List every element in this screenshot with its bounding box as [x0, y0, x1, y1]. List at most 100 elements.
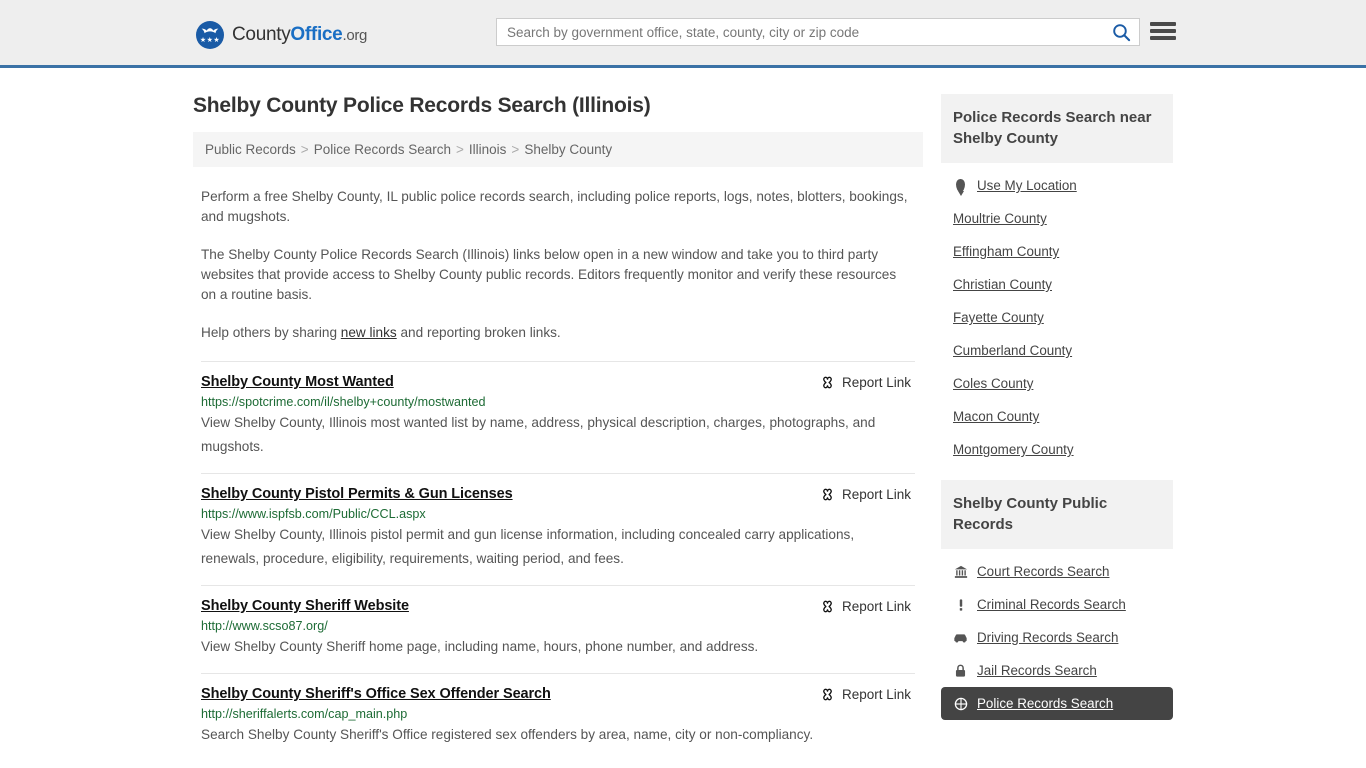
result-header: Shelby County Sheriff Website Report Lin…	[201, 598, 915, 614]
sidebar-item-christian-county[interactable]: Christian County	[941, 268, 1173, 301]
breadcrumb-separator: >	[456, 142, 464, 157]
intro-section: Perform a free Shelby County, IL public …	[193, 187, 923, 343]
sidebar-item-label: Driving Records Search	[977, 630, 1119, 645]
result-title-link[interactable]: Shelby County Sheriff Website	[201, 598, 409, 614]
report-link-button[interactable]: Report Link	[820, 487, 915, 502]
result-item: Shelby County Sheriff's Office Sex Offen…	[201, 673, 915, 761]
report-link-button[interactable]: Report Link	[820, 599, 915, 614]
breadcrumb-item-illinois[interactable]: Illinois	[469, 142, 507, 157]
page-body: Shelby County Police Records Search (Ill…	[0, 68, 1366, 761]
intro-p3-after: and reporting broken links.	[396, 325, 561, 340]
result-title-link[interactable]: Shelby County Pistol Permits & Gun Licen…	[201, 486, 513, 502]
result-url[interactable]: http://www.scso87.org/	[201, 619, 915, 633]
breadcrumb-item-shelby-county: Shelby County	[524, 142, 613, 157]
result-description: View Shelby County, Illinois pistol perm…	[201, 527, 855, 566]
stars-decoration: ★★★	[199, 37, 221, 44]
sidebar-item-label: Police Records Search	[977, 696, 1114, 711]
brand-part-office: Office	[290, 24, 343, 45]
exclamation-icon	[953, 598, 968, 612]
intro-p3-before: Help others by sharing	[201, 325, 341, 340]
sidebar-item-label: Coles County	[953, 376, 1034, 391]
page-title: Shelby County Police Records Search (Ill…	[193, 94, 651, 117]
result-title-link[interactable]: Shelby County Sheriff's Office Sex Offen…	[201, 686, 551, 702]
sidebar-item-label: Use My Location	[977, 178, 1077, 193]
courthouse-icon	[953, 565, 968, 579]
sidebar-item-cumberland-county[interactable]: Cumberland County	[941, 334, 1173, 367]
sidebar: Police Records Search near Shelby County…	[941, 68, 1173, 761]
report-link-label: Report Link	[841, 487, 911, 502]
map-pin-icon	[953, 179, 968, 192]
report-link-label: Report Link	[841, 375, 911, 390]
public-records-list: Court Records Search Criminal Records Se…	[941, 549, 1173, 720]
new-links-link[interactable]: new links	[341, 325, 397, 340]
breadcrumb-separator: >	[511, 142, 520, 157]
sidebar-item-fayette-county[interactable]: Fayette County	[941, 301, 1173, 334]
sidebar-item-label: Criminal Records Search	[977, 597, 1126, 612]
sidebar-item-label: Effingham County	[953, 244, 1060, 259]
result-header: Shelby County Pistol Permits & Gun Licen…	[201, 486, 915, 502]
result-url[interactable]: http://sheriffalerts.com/cap_main.php	[201, 707, 915, 721]
result-header: Shelby County Sheriff's Office Sex Offen…	[201, 686, 915, 702]
nearby-police-records-panel: Police Records Search near Shelby County…	[941, 94, 1173, 466]
sidebar-item-label: Macon County	[953, 409, 1040, 424]
brand-wordmark: CountyOffice.org	[232, 24, 367, 46]
sidebar-item-label: Montgomery County	[953, 442, 1074, 457]
report-link-button[interactable]: Report Link	[820, 687, 915, 702]
sidebar-item-label: Moultrie County	[953, 211, 1047, 226]
sidebar-item-court-records-search[interactable]: Court Records Search	[941, 555, 1173, 588]
report-link-label: Report Link	[841, 687, 911, 702]
broken-link-icon	[823, 488, 832, 501]
broken-link-icon	[823, 688, 832, 701]
broken-link-icon	[823, 376, 832, 389]
sidebar-item-driving-records-search[interactable]: Driving Records Search	[941, 621, 1173, 654]
public-records-panel-heading: Shelby County Public Records	[941, 480, 1173, 549]
result-item: Shelby County Sheriff Website Report Lin…	[201, 585, 915, 673]
breadcrumb-separator: >	[300, 142, 309, 157]
site-header: ★★★ CountyOffice.org	[0, 0, 1366, 68]
result-item: Shelby County Most Wanted Report Link ht…	[201, 361, 915, 473]
sidebar-item-label: Fayette County	[953, 310, 1044, 325]
sidebar-item-use-my-location[interactable]: Use My Location	[941, 169, 1173, 202]
sidebar-item-criminal-records-search[interactable]: Criminal Records Search	[941, 588, 1173, 621]
search-input[interactable]	[497, 19, 1103, 45]
intro-paragraph-3: Help others by sharing new links and rep…	[201, 323, 915, 343]
result-url[interactable]: https://www.ispfsb.com/Public/CCL.aspx	[201, 507, 915, 521]
sidebar-item-macon-county[interactable]: Macon County	[941, 400, 1173, 433]
hamburger-bar	[1150, 36, 1176, 40]
breadcrumb-item-public-records[interactable]: Public Records	[205, 142, 296, 157]
breadcrumb-item-police-records-search[interactable]: Police Records Search	[314, 142, 451, 157]
content-container: Shelby County Police Records Search (Ill…	[193, 68, 1173, 761]
brand-part-county: County	[232, 24, 291, 45]
hamburger-menu-button[interactable]	[1150, 20, 1176, 42]
site-logo[interactable]: ★★★ CountyOffice.org	[196, 20, 367, 50]
search-button[interactable]	[1103, 19, 1139, 45]
sidebar-item-jail-records-search[interactable]: Jail Records Search	[941, 654, 1173, 687]
report-link-button[interactable]: Report Link	[820, 375, 915, 390]
eagle-icon	[201, 28, 219, 34]
sidebar-item-montgomery-county[interactable]: Montgomery County	[941, 433, 1173, 466]
broken-link-icon	[823, 600, 832, 613]
intro-paragraph-2: The Shelby County Police Records Search …	[201, 247, 897, 302]
result-description: Search Shelby County Sheriff's Office re…	[201, 727, 814, 742]
sidebar-item-coles-county[interactable]: Coles County	[941, 367, 1173, 400]
result-title-link[interactable]: Shelby County Most Wanted	[201, 374, 394, 390]
county-office-emblem-icon: ★★★	[196, 21, 224, 49]
sidebar-item-effingham-county[interactable]: Effingham County	[941, 235, 1173, 268]
brand-part-org: .org	[342, 27, 368, 44]
sidebar-item-label: Court Records Search	[977, 564, 1110, 579]
result-description: View Shelby County, Illinois most wanted…	[201, 415, 876, 454]
hamburger-bar	[1150, 22, 1176, 26]
sidebar-item-moultrie-county[interactable]: Moultrie County	[941, 202, 1173, 235]
result-url[interactable]: https://spotcrime.com/il/shelby+county/m…	[201, 395, 915, 409]
search-bar	[496, 18, 1140, 46]
public-records-panel: Shelby County Public Records Court Recor…	[941, 480, 1173, 720]
breadcrumb: Public Records > Police Records Search > Ill…	[193, 132, 923, 167]
nearby-county-list: Use My Location Moultrie County Effingha…	[941, 163, 1173, 466]
intro-paragraph-1: Perform a free Shelby County, IL public …	[201, 189, 908, 224]
sidebar-item-label: Cumberland County	[953, 343, 1073, 358]
result-header: Shelby County Most Wanted Report Link	[201, 374, 915, 390]
lock-icon	[953, 664, 968, 678]
nearby-panel-heading: Police Records Search near Shelby County	[941, 94, 1173, 163]
sidebar-item-police-records-search[interactable]: Police Records Search	[941, 687, 1173, 720]
sidebar-item-label: Christian County	[953, 277, 1052, 292]
